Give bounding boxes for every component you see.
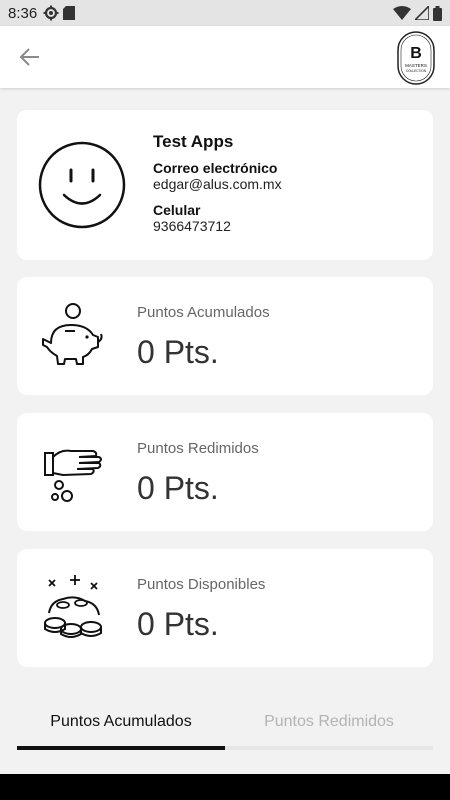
points-available-value: 0 Pts. [137,606,219,642]
hand-coins-icon [44,449,102,502]
points-accumulated-value: 0 Pts. [137,334,219,370]
logo-line-1: MASTERS [405,63,427,68]
points-tabs: Puntos Acumulados Puntos Redimidos [17,700,433,752]
phone-label: Celular [153,202,201,218]
logo-line-2: COLLECTION [406,69,427,73]
tab-active-indicator [17,746,225,750]
signal-icon [415,6,429,20]
points-redeemed-value: 0 Pts. [137,470,219,506]
coins-pile-icon [44,575,102,638]
settings-icon [43,5,59,21]
status-bar: 8:36 [0,0,450,26]
points-available-card: Puntos Disponibles 0 Pts. [17,549,433,667]
back-button[interactable] [14,42,46,72]
piggy-bank-icon [42,303,103,365]
phone-value: 9366473712 [153,218,231,234]
status-time: 8:36 [8,4,38,22]
tab-puntos-redimidos[interactable]: Puntos Redimidos [225,700,433,744]
email-value: edgar@alus.com.mx [153,176,282,192]
points-accumulated-card: Puntos Acumulados 0 Pts. [17,277,433,395]
points-accumulated-label: Puntos Acumulados [137,304,270,321]
profile-info: Test Apps Correo electrónico edgar@alus.… [153,132,282,244]
email-label: Correo electrónico [153,160,278,176]
wifi-icon [393,6,411,20]
app-bar: B MASTERS COLLECTION [0,26,450,88]
sd-card-icon [63,6,76,20]
profile-card: Test Apps Correo electrónico edgar@alus.… [17,110,433,260]
points-redeemed-card: Puntos Redimidos 0 Pts. [17,413,433,531]
system-navigation-bar [0,774,450,800]
points-redeemed-label: Puntos Redimidos [137,440,259,457]
points-available-label: Puntos Disponibles [137,576,266,593]
profile-name: Test Apps [153,132,234,151]
brand-logo: B MASTERS COLLECTION [397,31,435,85]
smiley-avatar-icon [38,141,126,229]
arrow-left-icon [19,48,39,66]
logo-letter: B [410,45,422,62]
battery-icon [433,5,442,21]
tab-puntos-acumulados[interactable]: Puntos Acumulados [17,700,225,744]
